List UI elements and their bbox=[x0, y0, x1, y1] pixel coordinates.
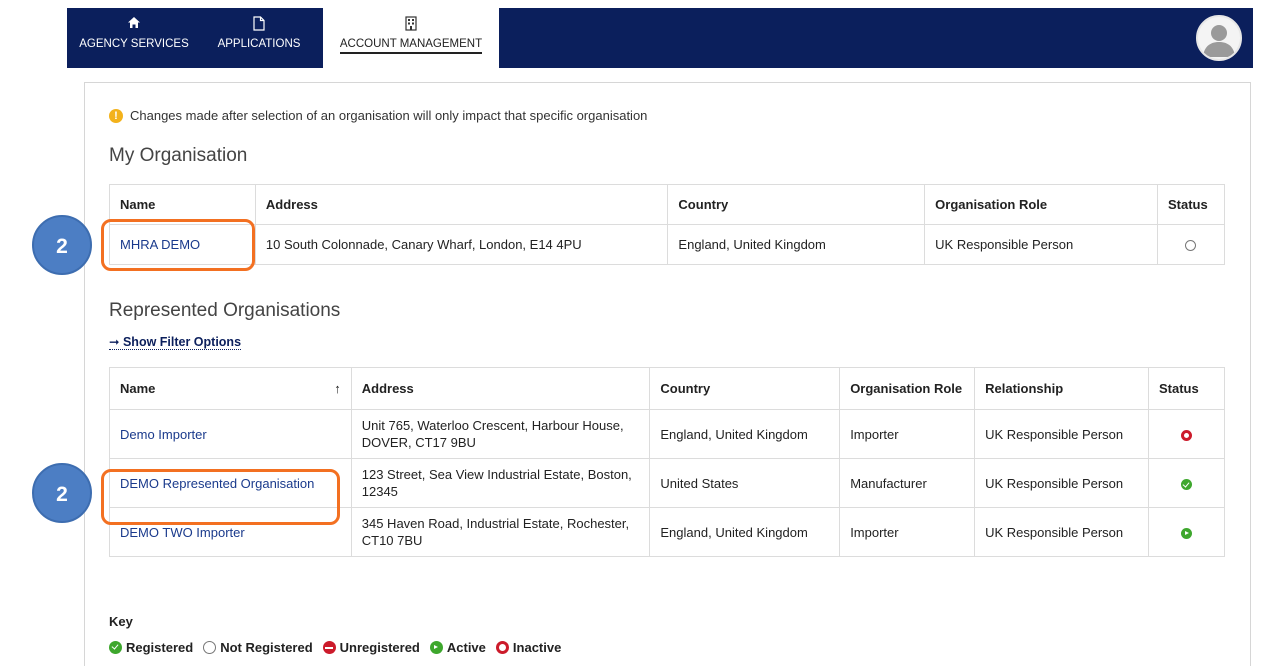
column-header-status: Status bbox=[1156, 184, 1226, 225]
organisation-role: Importer bbox=[839, 507, 976, 557]
nav-account-management[interactable]: ACCOUNT MANAGEMENT bbox=[323, 8, 499, 68]
active-status-icon bbox=[1181, 527, 1192, 539]
info-notice: ! Changes made after selection of an org… bbox=[109, 108, 647, 123]
represented-organisations-table: Name ↑ Address Country Organisation Role… bbox=[109, 367, 1225, 557]
key-label-unregistered: Unregistered bbox=[339, 640, 420, 655]
organisation-address: Unit 765, Waterloo Crescent, Harbour Hou… bbox=[350, 409, 651, 459]
registered-key-icon bbox=[109, 641, 122, 654]
highlight-box bbox=[101, 469, 340, 525]
status-key-legend: Registered Not Registered Unregistered A… bbox=[109, 640, 567, 655]
nav-agency-services[interactable]: AGENCY SERVICES bbox=[67, 8, 201, 68]
nav-account-management-label: ACCOUNT MANAGEMENT bbox=[339, 38, 483, 54]
column-header-name[interactable]: Name ↑ bbox=[109, 367, 352, 410]
active-key-icon bbox=[429, 641, 443, 654]
unregistered-key-icon bbox=[322, 641, 336, 654]
column-header-relationship: Relationship bbox=[974, 367, 1149, 410]
organisation-name-link[interactable]: Demo Importer bbox=[109, 409, 352, 459]
status-cell bbox=[1156, 224, 1226, 265]
organisation-country: England, United Kingdom bbox=[649, 507, 841, 557]
not-registered-status-icon bbox=[1185, 240, 1197, 252]
registered-status-icon bbox=[1181, 478, 1192, 490]
organisation-country: United States bbox=[649, 458, 841, 508]
organisation-country: England, United Kingdom bbox=[649, 409, 841, 459]
key-label-not-registered: Not Registered bbox=[220, 640, 313, 655]
table-row: MHRA DEMO 10 South Colonnade, Canary Wha… bbox=[109, 224, 1226, 265]
show-filter-options-link[interactable]: ➞ Show Filter Options bbox=[109, 334, 242, 350]
column-header-status: Status bbox=[1148, 367, 1225, 410]
key-label-inactive: Inactive bbox=[512, 640, 562, 655]
represented-organisations-heading: Represented Organisations bbox=[109, 300, 341, 321]
document-icon bbox=[204, 8, 314, 34]
key-label-registered: Registered bbox=[126, 640, 194, 655]
inactive-key-icon bbox=[495, 641, 509, 654]
not-registered-key-icon bbox=[203, 641, 217, 654]
key-title: Key bbox=[109, 614, 133, 629]
nav-applications[interactable]: APPLICATIONS bbox=[204, 8, 314, 68]
building-icon bbox=[323, 8, 499, 34]
my-organisation-heading: My Organisation bbox=[109, 145, 248, 166]
column-header-country: Country bbox=[667, 184, 926, 225]
organisation-role: UK Responsible Person bbox=[924, 224, 1158, 265]
notice-text: Changes made after selection of an organ… bbox=[130, 108, 648, 123]
organisation-relationship: UK Responsible Person bbox=[974, 507, 1149, 557]
callout-number: 2 bbox=[32, 215, 92, 275]
table-row: Demo Importer Unit 765, Waterloo Crescen… bbox=[109, 409, 1225, 459]
highlight-box bbox=[101, 219, 255, 271]
arrow-right-icon: ➞ bbox=[109, 335, 120, 349]
column-header-address: Address bbox=[350, 367, 651, 410]
organisation-role: Importer bbox=[839, 409, 976, 459]
top-nav-bar: AGENCY SERVICES APPLICATIONS ACCOUNT MAN… bbox=[67, 8, 1253, 68]
organisation-relationship: UK Responsible Person bbox=[974, 458, 1149, 508]
column-header-address: Address bbox=[254, 184, 669, 225]
organisation-role: Manufacturer bbox=[839, 458, 976, 508]
status-cell bbox=[1148, 409, 1225, 459]
nav-agency-services-label: AGENCY SERVICES bbox=[79, 38, 189, 50]
column-header-country: Country bbox=[649, 367, 841, 410]
column-header-organisation-role: Organisation Role bbox=[839, 367, 976, 410]
status-cell bbox=[1148, 458, 1225, 508]
inactive-status-icon bbox=[1181, 429, 1192, 441]
nav-applications-label: APPLICATIONS bbox=[217, 38, 301, 50]
show-filter-options-label: Show Filter Options bbox=[122, 335, 242, 349]
organisation-address: 10 South Colonnade, Canary Wharf, London… bbox=[254, 224, 669, 265]
sort-ascending-icon[interactable]: ↑ bbox=[334, 381, 341, 396]
organisation-relationship: UK Responsible Person bbox=[974, 409, 1149, 459]
my-organisation-table: Name Address Country Organisation Role S… bbox=[109, 184, 1226, 265]
key-label-active: Active bbox=[446, 640, 486, 655]
organisation-address: 345 Haven Road, Industrial Estate, Roche… bbox=[350, 507, 651, 557]
column-header-name-label: Name bbox=[120, 381, 156, 396]
organisation-country: England, United Kingdom bbox=[667, 224, 926, 265]
organisation-address: 123 Street, Sea View Industrial Estate, … bbox=[350, 458, 651, 508]
callout-number: 2 bbox=[32, 463, 92, 523]
status-cell bbox=[1148, 507, 1225, 557]
user-avatar-icon[interactable] bbox=[1196, 15, 1242, 61]
column-header-organisation-role: Organisation Role bbox=[924, 184, 1158, 225]
warning-icon: ! bbox=[109, 108, 123, 123]
home-icon bbox=[67, 8, 201, 34]
